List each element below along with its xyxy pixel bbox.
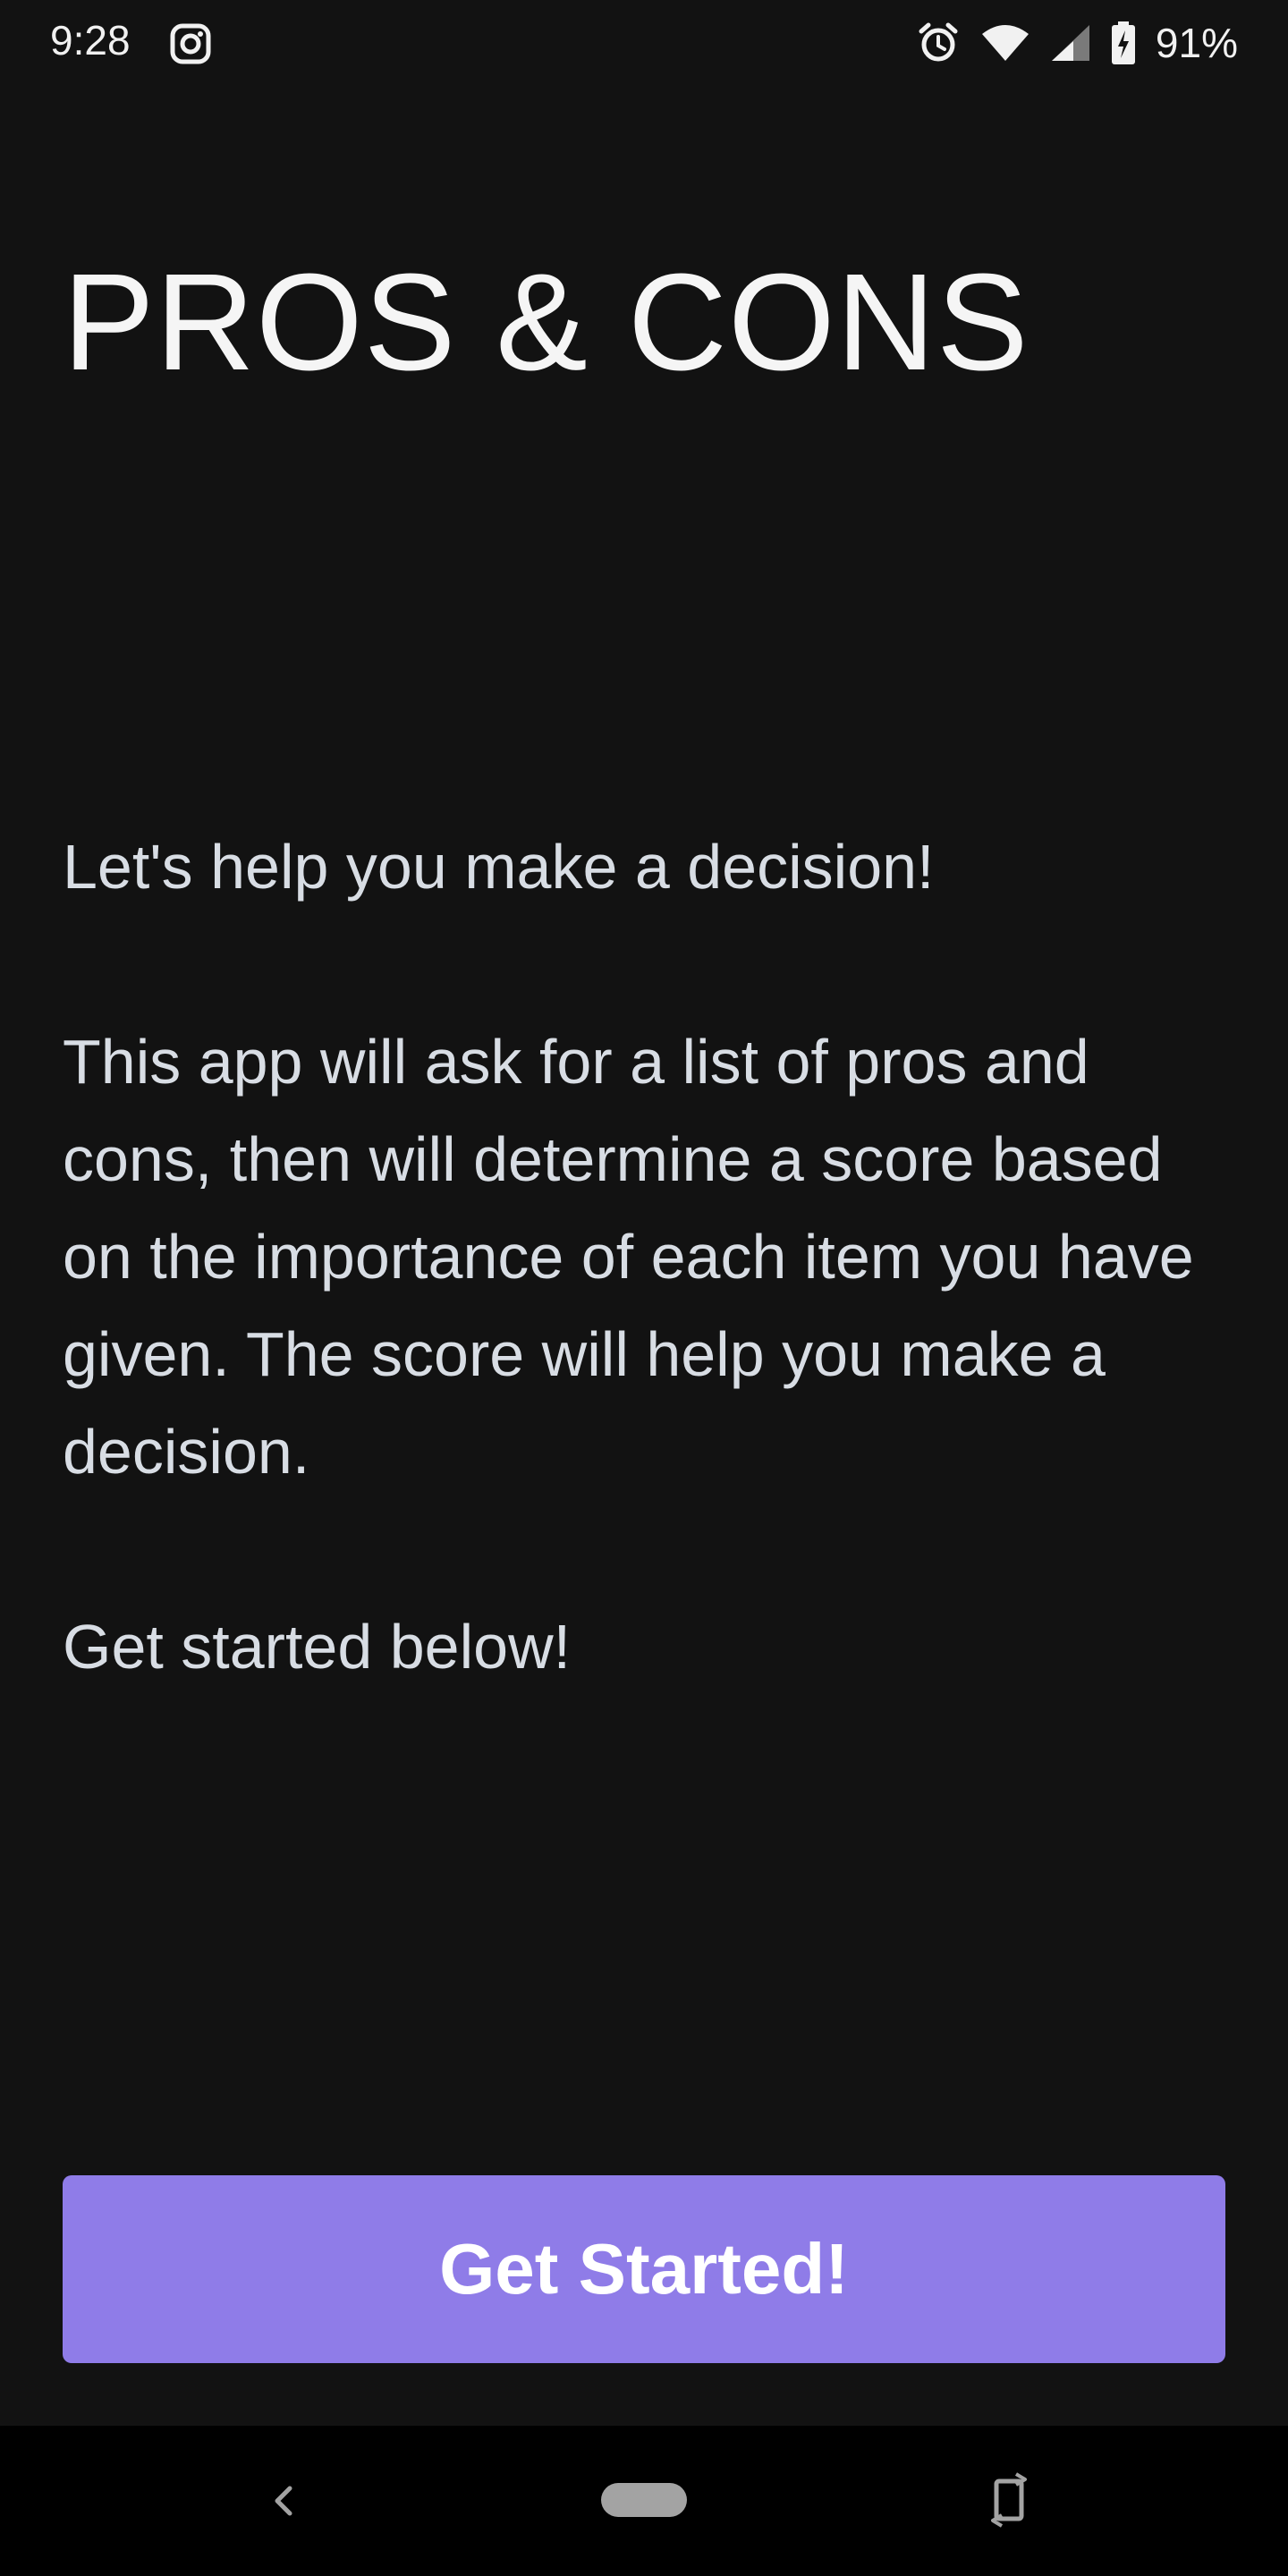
back-icon[interactable]	[259, 2476, 309, 2526]
cellular-signal-icon	[1050, 23, 1091, 63]
status-time: 9:28	[50, 17, 131, 64]
rotate-icon[interactable]	[984, 2470, 1038, 2529]
navigation-bar	[0, 2426, 1288, 2576]
wifi-icon	[980, 23, 1030, 63]
status-icons: 91%	[916, 16, 1238, 70]
intro-prompt: Get started below!	[63, 1612, 572, 1682]
instagram-icon	[170, 23, 211, 64]
status-bar: 9:28 91%	[0, 0, 1288, 86]
intro-headline: Let's help you make a decision!	[63, 832, 935, 902]
intro-description: This app will ask for a list of pros and…	[63, 1027, 1194, 1487]
alarm-icon	[916, 21, 961, 65]
home-pill-icon[interactable]	[601, 2483, 687, 2517]
battery-charging-icon	[1111, 21, 1136, 65]
battery-percent: 91%	[1155, 20, 1238, 66]
get-started-button[interactable]: Get Started!	[63, 2175, 1225, 2363]
intro-text: Let's help you make a decision! This app…	[63, 818, 1243, 1696]
page-title: PROS & CONS	[63, 245, 1030, 400]
